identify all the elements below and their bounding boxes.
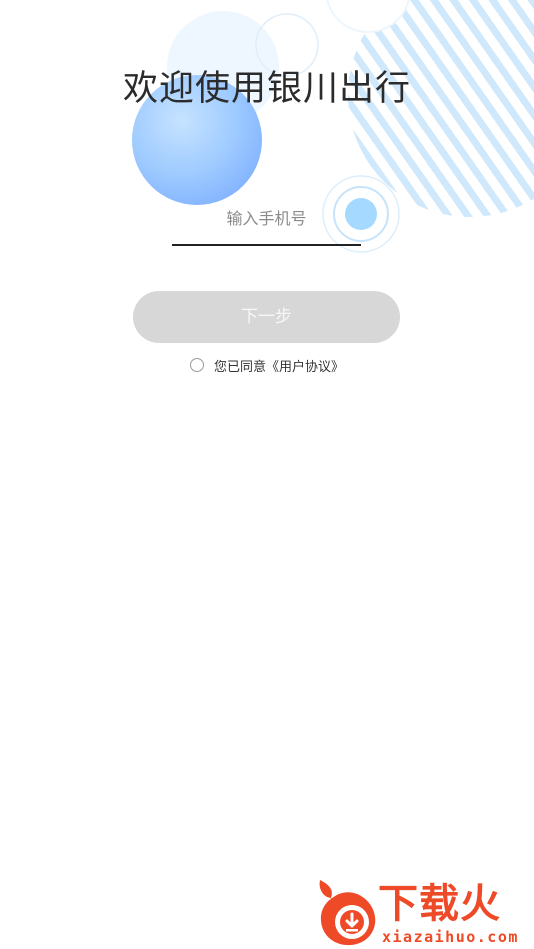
striped-circle xyxy=(348,0,534,217)
watermark-logo: 下载火 xiazaihuo.com xyxy=(314,876,534,949)
background-decoration xyxy=(132,0,534,253)
user-agreement-link[interactable]: 《用户协议》 xyxy=(266,356,344,375)
next-button[interactable]: 下一步 xyxy=(133,291,400,343)
watermark-brand: 下载火 xyxy=(378,881,501,927)
phone-underline xyxy=(172,244,361,246)
page-title: 欢迎使用银川出行 xyxy=(122,69,411,109)
agreement-row: 您已同意 《用户协议》 xyxy=(190,355,344,375)
watermark-url: xiazaihuo.com xyxy=(382,928,519,946)
login-page: 欢迎使用银川出行 下一步 您已同意 《用户协议》 下载火 xiazaihuo.c… xyxy=(0,0,534,949)
phone-field xyxy=(172,196,361,246)
phone-input[interactable] xyxy=(172,196,361,240)
agree-radio[interactable] xyxy=(190,358,204,372)
agree-text: 您已同意 xyxy=(214,359,267,375)
flame-logo-icon xyxy=(319,880,376,946)
